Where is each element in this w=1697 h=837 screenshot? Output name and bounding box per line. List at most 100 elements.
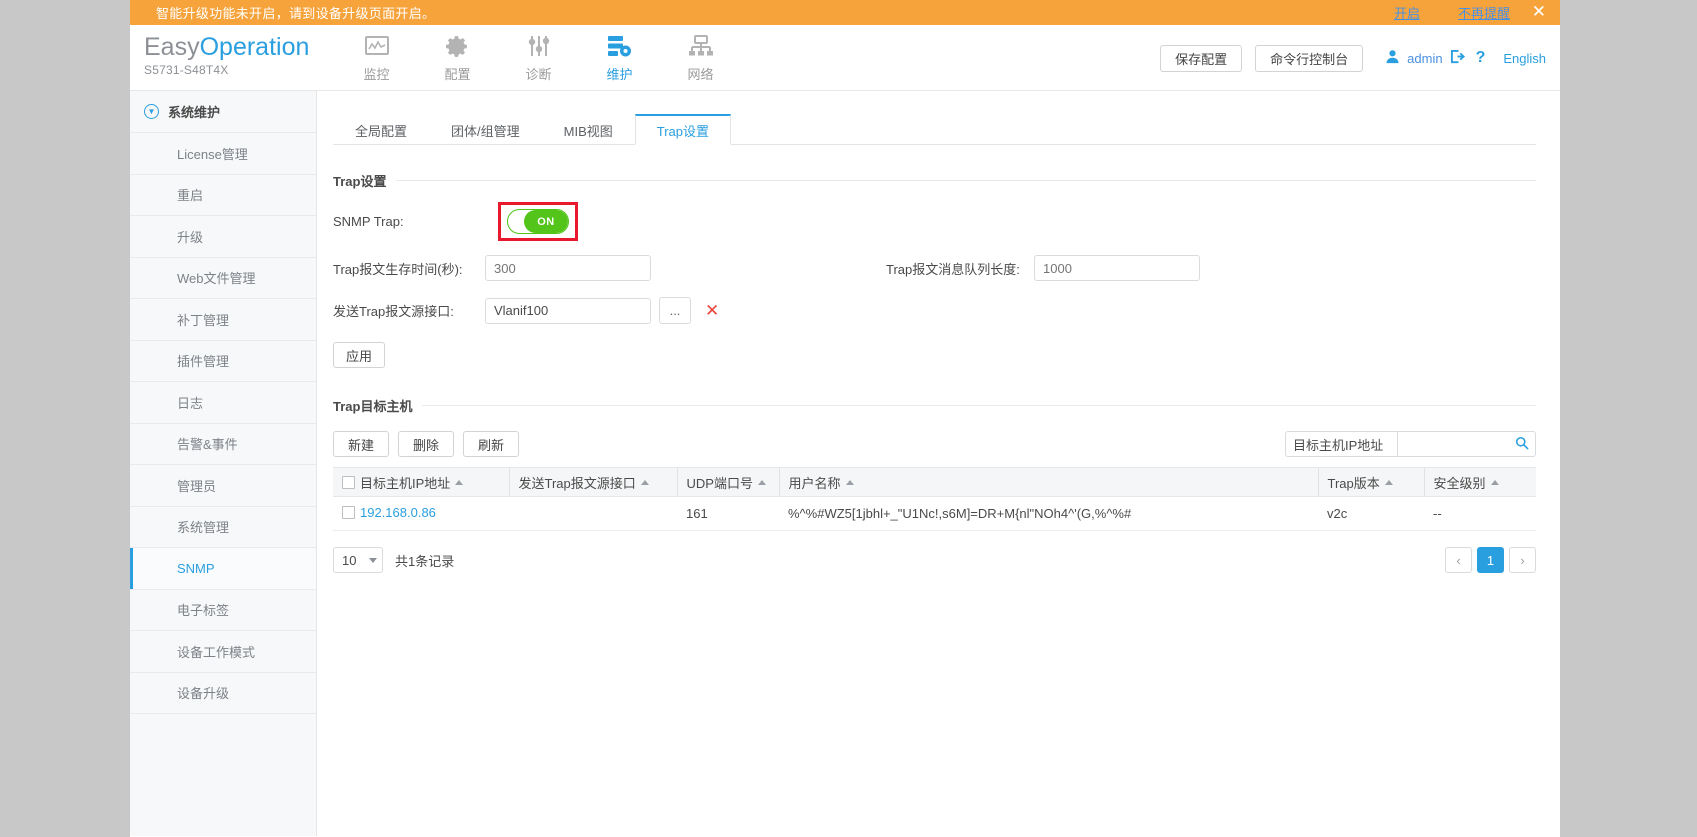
select-all-checkbox[interactable] <box>342 475 355 489</box>
table-header-source-interface[interactable]: 发送Trap报文源接口 <box>508 467 677 497</box>
topnav-item-config[interactable]: 配置 <box>417 25 498 91</box>
logout-icon[interactable] <box>1450 49 1466 67</box>
pagination-controls: ‹ 1 › <box>1445 547 1536 573</box>
queue-input[interactable] <box>1034 255 1200 281</box>
sidebar-item-label: 补丁管理 <box>177 312 230 328</box>
cell-udp-port: 161 <box>677 496 779 531</box>
tab-mib-view[interactable]: MIB视图 <box>542 114 635 145</box>
trap-hosts-section-title: Trap目标主机 <box>333 396 1536 415</box>
sidebar-item-web-files[interactable]: Web文件管理 <box>130 257 316 299</box>
page-1-button[interactable]: 1 <box>1477 547 1504 573</box>
sidebar-item-administrator[interactable]: 管理员 <box>130 465 316 507</box>
column-label: 安全级别 <box>1433 475 1486 491</box>
source-interface-input[interactable] <box>485 297 651 324</box>
sort-ascending-icon <box>845 479 854 485</box>
apply-button[interactable]: 应用 <box>333 342 385 368</box>
user-block[interactable]: admin <box>1385 49 1465 67</box>
table-row[interactable]: 192.168.0.86 161 %^%#WZ5[1jbhl+_"U1Nc!,s… <box>333 496 1536 531</box>
delete-button[interactable]: 删除 <box>398 431 455 457</box>
sidebar-item-log[interactable]: 日志 <box>130 382 316 424</box>
topnav-item-maintenance[interactable]: 维护 <box>579 25 660 91</box>
network-topology-icon <box>688 33 714 59</box>
tab-trap-settings[interactable]: Trap设置 <box>634 114 732 145</box>
sidebar-title[interactable]: ▼ 系统维护 <box>130 91 316 133</box>
device-model: S5731-S48T4X <box>144 63 229 77</box>
sidebar-item-label: 设备升级 <box>177 686 230 702</box>
cell-ip: 192.168.0.86 <box>333 496 509 531</box>
search-area: 目标主机IP地址 <box>1285 431 1536 457</box>
lifetime-row: Trap报文生存时间(秒): Trap报文消息队列长度: <box>333 255 1536 281</box>
table-header-udp-port[interactable]: UDP端口号 <box>676 467 779 497</box>
app-header: EasyOperation S5731-S48T4X 监控 配置 诊断 维护 网… <box>130 25 1560 91</box>
chevron-left-icon[interactable]: ‹ <box>1445 547 1472 573</box>
header-actions: 保存配置 命令行控制台 admin ? English <box>1160 25 1560 91</box>
sidebar-item-elabel[interactable]: 电子标签 <box>130 589 316 631</box>
snmp-trap-toggle-state: ON <box>524 210 568 233</box>
table-header-security-level[interactable]: 安全级别 <box>1423 467 1536 497</box>
refresh-button[interactable]: 刷新 <box>463 431 520 457</box>
page-size-select[interactable]: 10 <box>333 547 383 573</box>
monitor-icon <box>364 33 389 59</box>
notice-text: 智能升级功能未开启，请到设备升级页面开启。 <box>156 6 436 21</box>
brand-block: EasyOperation S5731-S48T4X <box>130 25 336 77</box>
chevron-right-icon[interactable]: › <box>1509 547 1536 573</box>
topnav-item-network[interactable]: 网络 <box>660 25 741 91</box>
user-name: admin <box>1407 50 1443 66</box>
sidebar-item-label: SNMP <box>177 560 215 576</box>
sidebar-item-alarm-event[interactable]: 告警&事件 <box>130 423 316 465</box>
sidebar-item-label: 电子标签 <box>177 603 230 619</box>
notice-enable-link[interactable]: 开启 <box>1394 3 1420 22</box>
notice-actions: 开启 不再提醒 <box>1394 0 1510 25</box>
sidebar-item-label: Web文件管理 <box>177 271 256 287</box>
chevron-down-icon <box>369 557 377 563</box>
body-wrapper: ▼ 系统维护 License管理 重启 升级 Web文件管理 补丁管理 插件管理… <box>130 91 1560 836</box>
save-config-button[interactable]: 保存配置 <box>1160 44 1243 72</box>
sidebar-item-plugin[interactable]: 插件管理 <box>130 340 316 382</box>
table-header-user-name[interactable]: 用户名称 <box>778 467 1318 497</box>
tab-global-config[interactable]: 全局配置 <box>333 114 429 145</box>
sidebar-item-label: 插件管理 <box>177 354 230 370</box>
top-navigation: 监控 配置 诊断 维护 网络 <box>336 25 741 91</box>
snmp-trap-label: SNMP Trap: <box>333 214 404 229</box>
column-label: UDP端口号 <box>686 475 753 491</box>
search-icon[interactable] <box>1515 436 1529 453</box>
language-switch[interactable]: English <box>1503 51 1546 66</box>
close-x-icon[interactable]: ✕ <box>705 301 719 321</box>
create-button[interactable]: 新建 <box>333 431 390 457</box>
search-input-wrapper <box>1397 431 1536 457</box>
row-checkbox[interactable] <box>342 506 355 519</box>
host-ip-link[interactable]: 192.168.0.86 <box>360 505 436 520</box>
section-title-label: Trap目标主机 <box>333 399 413 414</box>
table-header-trap-version[interactable]: Trap版本 <box>1317 467 1424 497</box>
sidebar-item-label: 升级 <box>177 229 204 245</box>
help-icon[interactable]: ? <box>1476 49 1486 67</box>
search-input[interactable] <box>1405 435 1515 453</box>
table-header-ip[interactable]: 目标主机IP地址 <box>333 467 509 497</box>
sidebar-item-system-mgmt[interactable]: 系统管理 <box>130 506 316 548</box>
sidebar-item-device-upgrade[interactable]: 设备升级 <box>130 672 316 714</box>
page-size-value: 10 <box>342 552 357 568</box>
source-interface-browse-button[interactable]: ... <box>659 297 691 324</box>
sidebar-item-upgrade[interactable]: 升级 <box>130 216 316 258</box>
lifetime-input[interactable] <box>485 255 651 281</box>
notice-close-icon[interactable]: ✕ <box>1532 0 1546 25</box>
snmp-trap-toggle[interactable]: ON <box>507 209 569 234</box>
tab-community-group[interactable]: 团体/组管理 <box>429 114 542 145</box>
notice-dismiss-link[interactable]: 不再提醒 <box>1458 3 1510 22</box>
sidebar-item-label: 日志 <box>177 395 204 411</box>
sidebar-item-label: 重启 <box>177 188 204 204</box>
sidebar-item-license[interactable]: License管理 <box>130 133 316 175</box>
sidebar-item-patch[interactable]: 补丁管理 <box>130 299 316 341</box>
topnav-item-diagnose[interactable]: 诊断 <box>498 25 579 91</box>
tab-label: 团体/组管理 <box>451 123 520 139</box>
lifetime-label: Trap报文生存时间(秒): <box>333 261 463 277</box>
queue-field: Trap报文消息队列长度: <box>886 255 1200 281</box>
sidebar-item-label: 管理员 <box>177 478 217 494</box>
search-field-select[interactable]: 目标主机IP地址 <box>1285 431 1397 457</box>
sidebar-item-snmp[interactable]: SNMP <box>130 548 316 590</box>
main-content: 全局配置 团体/组管理 MIB视图 Trap设置 Trap设置 SNMP Tra… <box>317 91 1560 836</box>
cli-console-button[interactable]: 命令行控制台 <box>1255 44 1364 72</box>
sidebar-item-device-work-mode[interactable]: 设备工作模式 <box>130 631 316 673</box>
sidebar-item-restart[interactable]: 重启 <box>130 174 316 216</box>
topnav-item-monitor[interactable]: 监控 <box>336 25 417 91</box>
